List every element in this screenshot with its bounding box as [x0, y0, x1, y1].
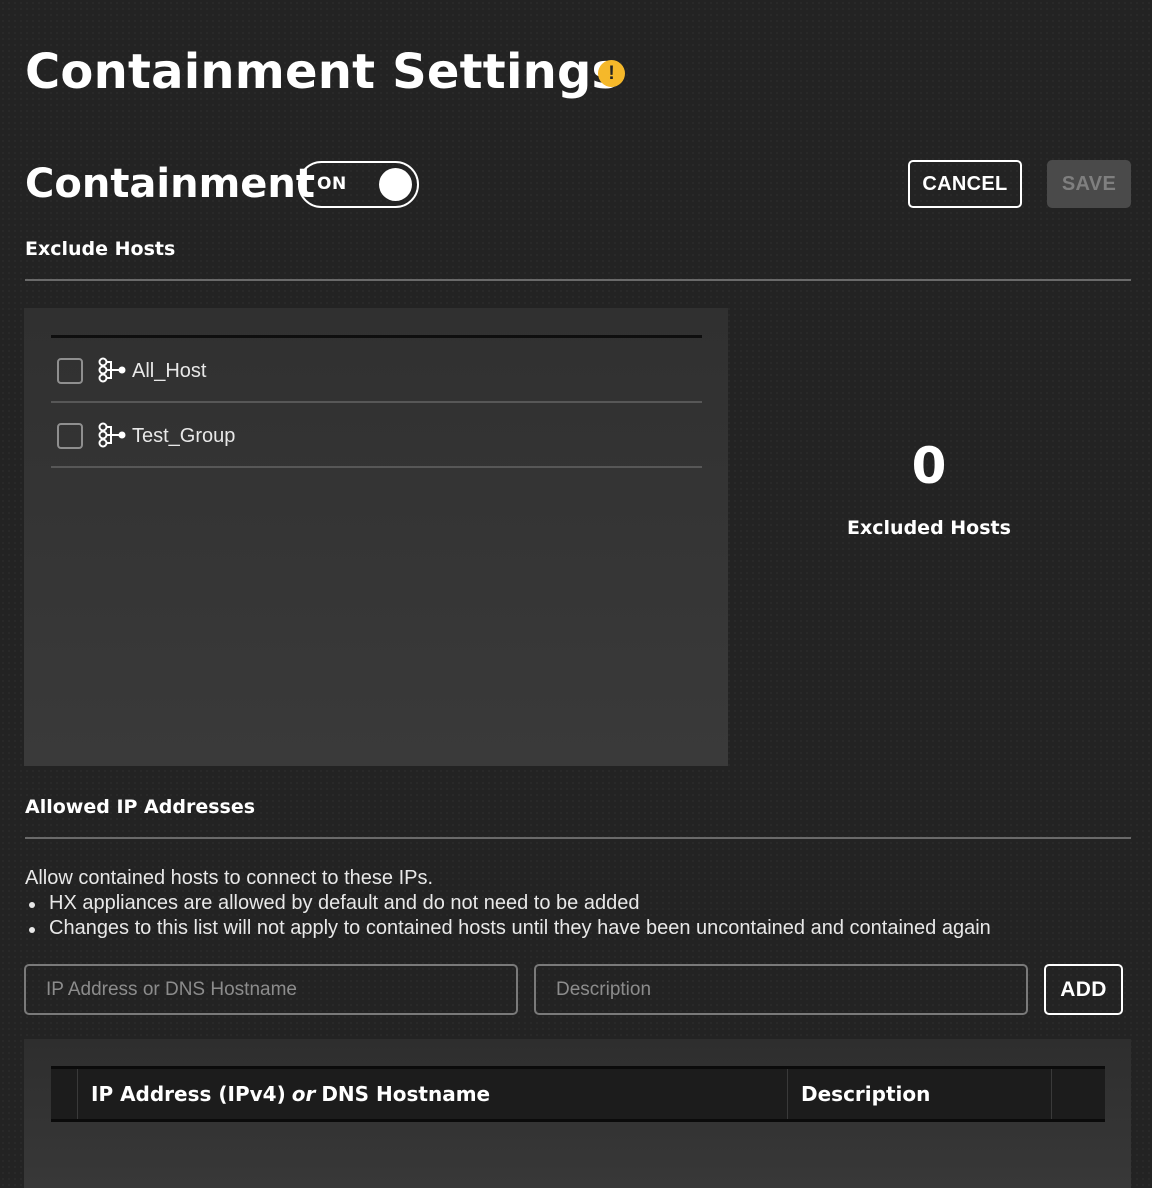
- column-header-ip[interactable]: IP Address (IPv4) or DNS Hostname: [91, 1069, 490, 1119]
- divider: [25, 279, 1131, 281]
- alert-circle-icon[interactable]: !: [598, 60, 625, 87]
- containment-toggle[interactable]: ON: [298, 161, 419, 208]
- host-groups-panel: All_Host Test_Group: [24, 308, 728, 766]
- host-group-icon: [98, 422, 126, 448]
- all-host-checkbox[interactable]: [57, 358, 83, 384]
- column-header-hostname-label: DNS Hostname: [321, 1082, 491, 1106]
- note-item: HX appliances are allowed by default and…: [25, 891, 991, 916]
- excluded-hosts-count: 0: [911, 437, 947, 495]
- host-group-icon: [98, 357, 126, 383]
- toggle-knob: [379, 168, 412, 201]
- note-item: Changes to this list will not apply to c…: [25, 916, 991, 941]
- ip-address-input[interactable]: [24, 964, 518, 1015]
- column-header-ip-label: IP Address (IPv4): [91, 1082, 286, 1106]
- exclude-hosts-heading: Exclude Hosts: [25, 238, 176, 260]
- table-header: IP Address (IPv4) or DNS Hostname Descript…: [51, 1066, 1105, 1122]
- allowed-ip-info: Allow contained hosts to connect to thes…: [25, 866, 991, 941]
- list-item-test-group[interactable]: Test_Group: [51, 403, 702, 468]
- description-input[interactable]: [534, 964, 1028, 1015]
- allowed-ip-heading: Allowed IP Addresses: [25, 796, 256, 818]
- cancel-button[interactable]: CANCEL: [908, 160, 1022, 208]
- list-item-label: All_Host: [132, 360, 207, 382]
- toggle-state-label: ON: [317, 174, 347, 194]
- allowed-ip-intro: Allow contained hosts to connect to thes…: [25, 867, 434, 889]
- allowed-ip-table-panel: IP Address (IPv4) or DNS Hostname Descript…: [24, 1039, 1131, 1188]
- save-button[interactable]: SAVE: [1047, 160, 1131, 208]
- divider: [25, 837, 1131, 839]
- excluded-hosts-label: Excluded Hosts: [847, 517, 1011, 539]
- table-header-spacer: [51, 1069, 78, 1119]
- test-group-checkbox[interactable]: [57, 423, 83, 449]
- add-button[interactable]: ADD: [1044, 964, 1123, 1015]
- column-header-description[interactable]: Description: [787, 1069, 1052, 1119]
- column-header-or: or: [291, 1082, 316, 1106]
- list-item-label: Test_Group: [132, 425, 236, 447]
- page-title: Containment Settings: [25, 44, 621, 100]
- containment-heading: Containment: [25, 161, 316, 207]
- allowed-ip-notes: HX appliances are allowed by default and…: [25, 891, 991, 941]
- list-item-all-host[interactable]: All_Host: [51, 338, 702, 403]
